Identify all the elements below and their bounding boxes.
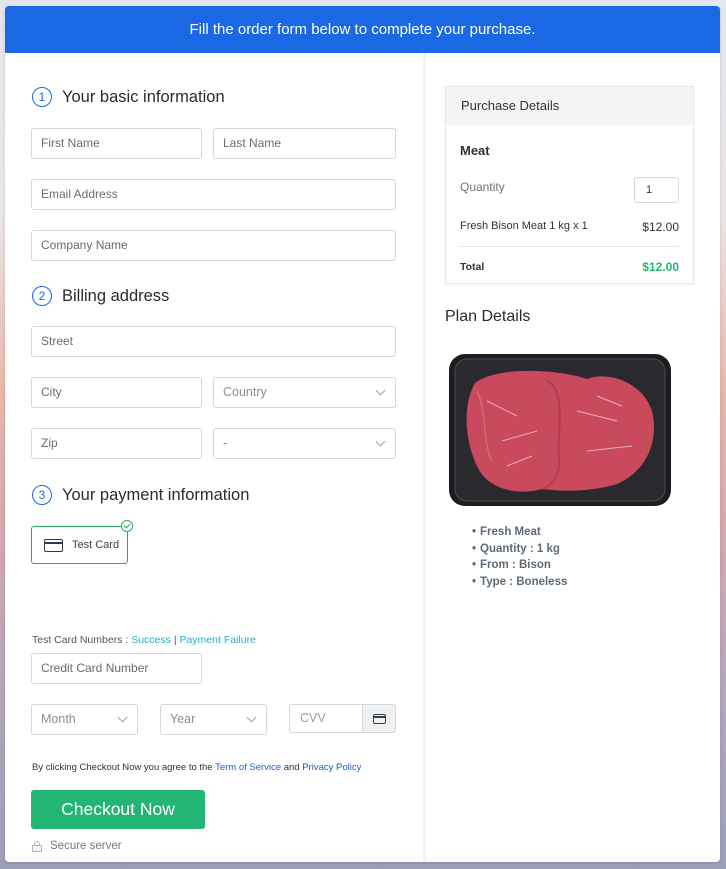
credit-card-icon [372,713,386,724]
city-input[interactable]: City [31,377,202,408]
order-summary: Purchase Details Meat Quantity 1 Fresh B… [426,53,720,862]
chevron-down-icon [246,712,257,723]
section-title: Your basic information [62,87,225,106]
year-select[interactable]: Year [160,704,267,735]
month-select-value: Month [41,712,76,726]
quantity-label: Quantity [460,180,505,194]
country-select[interactable]: Country [213,377,396,408]
step-number-badge: 1 [32,87,52,107]
country-select-value: Country [223,385,267,399]
quantity-input[interactable]: 1 [634,177,679,203]
order-form: 1 Your basic information First Name Last… [5,53,423,862]
step-number-badge: 3 [32,485,52,505]
credit-card-number-input[interactable]: Credit Card Number [31,653,202,684]
total-amount: $12.00 [642,260,679,274]
purchase-details-header: Purchase Details [446,87,693,125]
test-card-numbers: Test Card Numbers : Success | Payment Fa… [32,634,256,646]
last-name-input[interactable]: Last Name [213,128,396,159]
terms-of-service-link[interactable]: Term of Service [215,762,281,773]
section-billing: 2 Billing address [32,286,169,306]
plan-details-title: Plan Details [445,308,531,325]
state-select-value: - [223,436,228,450]
month-select[interactable]: Month [31,704,138,735]
plan-feature: From : Bison [472,557,567,574]
test-card-numbers-label: Test Card Numbers : [32,634,129,646]
total-row: Total $12.00 [460,260,679,274]
checkout-now-button[interactable]: Checkout Now [31,790,205,829]
agreement-and: and [283,762,300,773]
plan-feature: Fresh Meat [472,524,567,541]
year-select-value: Year [170,712,196,726]
line-item: Fresh Bison Meat 1 kg x 1 $12.00 [460,220,679,234]
header-banner: Fill the order form below to complete yo… [5,6,720,53]
plan-feature: Quantity : 1 kg [472,541,567,558]
product-title: Meat [460,143,490,158]
zip-input[interactable]: Zip [31,428,202,459]
success-link[interactable]: Success [131,634,171,646]
payment-method-test-card[interactable]: Test Card [31,520,133,564]
payment-method-label: Test Card [72,539,120,551]
credit-card-icon [44,538,63,552]
secure-server: Secure server [32,840,122,852]
secure-server-label: Secure server [50,840,122,852]
cvv-addon [362,705,395,732]
purchase-details-box: Purchase Details Meat Quantity 1 Fresh B… [445,86,694,284]
agreement-prefix: By clicking Checkout Now you agree to th… [32,762,213,773]
line-item-label: Fresh Bison Meat 1 kg x 1 [460,220,588,232]
cvv-input[interactable]: CVV [290,705,362,732]
company-input[interactable]: Company Name [31,230,396,261]
email-input[interactable]: Email Address [31,179,396,210]
checkout-card: Fill the order form below to complete yo… [5,6,720,862]
section-title: Your payment information [62,485,250,504]
privacy-policy-link[interactable]: Privacy Policy [302,762,361,773]
plan-feature: Type : Boneless [472,574,567,591]
chevron-down-icon [375,385,386,396]
plan-features-list: Fresh Meat Quantity : 1 kg From : Bison … [472,524,567,591]
section-basic-info: 1 Your basic information [32,87,225,107]
link-separator: | [173,634,177,646]
check-circle-icon [121,520,133,532]
line-item-price: $12.00 [642,220,679,234]
total-label: Total [460,261,485,273]
street-input[interactable]: Street [31,326,396,357]
cvv-input-group: CVV [289,704,396,733]
agreement-text: By clicking Checkout Now you agree to th… [32,762,361,773]
state-select[interactable]: - [213,428,396,459]
lock-icon [32,840,42,852]
section-payment: 3 Your payment information [32,485,249,505]
step-number-badge: 2 [32,286,52,306]
first-name-input[interactable]: First Name [31,128,202,159]
payment-failure-link[interactable]: Payment Failure [179,634,255,646]
product-image [449,354,671,506]
chevron-down-icon [117,712,128,723]
chevron-down-icon [375,436,386,447]
summary-divider [460,246,679,247]
section-title: Billing address [62,286,170,305]
